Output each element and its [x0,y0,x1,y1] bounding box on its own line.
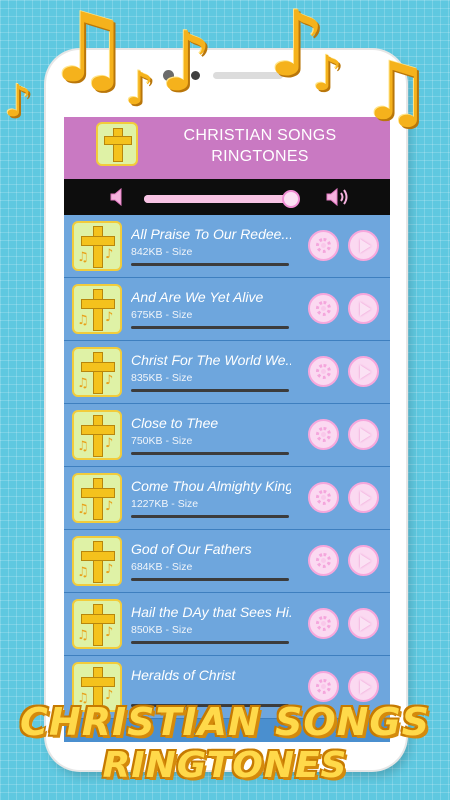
play-button[interactable] [348,356,379,387]
music-note-icon: ♫ [360,45,432,138]
song-row[interactable]: ♫ ♪ And Are We Yet Alive 675KB - Size [64,278,390,341]
song-size: 842KB - Size [131,246,193,258]
song-thumbnail-cross-icon: ♫ ♪ [72,536,122,586]
song-row[interactable]: ♫ ♪ Come Thou Almighty King 1227KB - Siz… [64,467,390,530]
play-icon [360,428,371,442]
play-icon [360,491,371,505]
music-note-icon: ♪ [312,46,343,102]
song-title[interactable]: And Are We Yet Alive [131,289,291,305]
song-progress-bar [131,641,289,644]
song-progress-bar [131,578,289,581]
song-size: 684KB - Size [131,561,193,573]
play-button[interactable] [348,482,379,513]
page-title: CHRISTIAN SONGS RINGTONES [150,125,370,167]
volume-slider-fill [144,195,291,203]
song-title[interactable]: God of Our Fathers [131,541,291,557]
song-progress-bar [131,326,289,329]
volume-high-icon[interactable] [326,187,352,207]
volume-slider[interactable] [144,190,300,208]
song-list: ♫ ♪ All Praise To Our Redee... 842KB - S… [64,215,390,719]
song-thumbnail-cross-icon: ♫ ♪ [72,473,122,523]
song-title[interactable]: Come Thou Almighty King [131,478,291,494]
set-ringtone-button[interactable] [308,671,339,702]
app-header: CHRISTIAN SONGS RINGTONES [64,117,390,179]
song-progress-bar [131,515,289,518]
set-ringtone-button[interactable] [308,545,339,576]
page-title-line1: CHRISTIAN SONGS [183,127,337,144]
song-title[interactable]: Hail the DAy that Sees Hi... [131,604,291,620]
song-title[interactable]: Heralds of Christ [131,667,291,683]
play-icon [360,365,371,379]
song-thumbnail-cross-icon: ♫ ♪ [72,221,122,271]
song-size: 835KB - Size [131,372,193,384]
set-ringtone-button[interactable] [308,419,339,450]
play-icon [360,239,371,253]
play-button[interactable] [348,545,379,576]
song-progress-bar [131,452,289,455]
song-thumbnail-cross-icon: ♫ ♪ [72,284,122,334]
app-logo-cross-icon [96,122,138,166]
app-screen: CHRISTIAN SONGS RINGTONES ♫ ♪ All Praise… [64,117,390,742]
set-ringtone-button[interactable] [308,293,339,324]
play-icon [360,680,371,694]
song-progress-bar [131,389,289,392]
set-ringtone-button[interactable] [308,608,339,639]
set-ringtone-button[interactable] [308,230,339,261]
set-ringtone-button[interactable] [308,356,339,387]
play-button[interactable] [348,608,379,639]
brand-title-line1: CHRISTIAN SONGS [20,700,430,744]
song-progress-bar [131,263,289,266]
song-size: 1227KB - Size [131,498,199,510]
music-note-icon: ♪ [4,76,33,127]
song-title[interactable]: Close to Thee [131,415,291,431]
song-thumbnail-cross-icon: ♫ ♪ [72,347,122,397]
play-button[interactable] [348,230,379,261]
volume-slider-thumb[interactable] [282,190,300,208]
play-button[interactable] [348,419,379,450]
song-size: 750KB - Size [131,435,193,447]
music-note-icon: ♪ [125,61,155,115]
song-size: 850KB - Size [131,624,193,636]
volume-bar [64,179,390,215]
song-title[interactable]: Christ For The World We... [131,352,291,368]
brand-title-line2: RINGTONES [102,745,348,786]
song-title[interactable]: All Praise To Our Redee... [131,226,291,242]
phone-frame: CHRISTIAN SONGS RINGTONES ♫ ♪ All Praise… [46,50,406,770]
music-note-icon: ♫ [45,0,132,104]
play-icon [360,554,371,568]
song-row[interactable]: ♫ ♪ Close to Thee 750KB - Size [64,404,390,467]
set-ringtone-button[interactable] [308,482,339,513]
play-button[interactable] [348,671,379,702]
music-note-icon: ♪ [160,15,213,110]
song-row[interactable]: ♫ ♪ Hail the DAy that Sees Hi... 850KB -… [64,593,390,656]
page-title-line2: RINGTONES [211,148,309,165]
play-icon [360,302,371,316]
song-row[interactable]: ♫ ♪ Christ For The World We... 835KB - S… [64,341,390,404]
song-row[interactable]: ♫ ♪ God of Our Fathers 684KB - Size [64,530,390,593]
play-button[interactable] [348,293,379,324]
song-row[interactable]: ♫ ♪ All Praise To Our Redee... 842KB - S… [64,215,390,278]
song-thumbnail-cross-icon: ♫ ♪ [72,599,122,649]
song-thumbnail-cross-icon: ♫ ♪ [72,410,122,460]
song-size: 675KB - Size [131,309,193,321]
volume-low-icon[interactable] [110,188,126,206]
play-icon [360,617,371,631]
